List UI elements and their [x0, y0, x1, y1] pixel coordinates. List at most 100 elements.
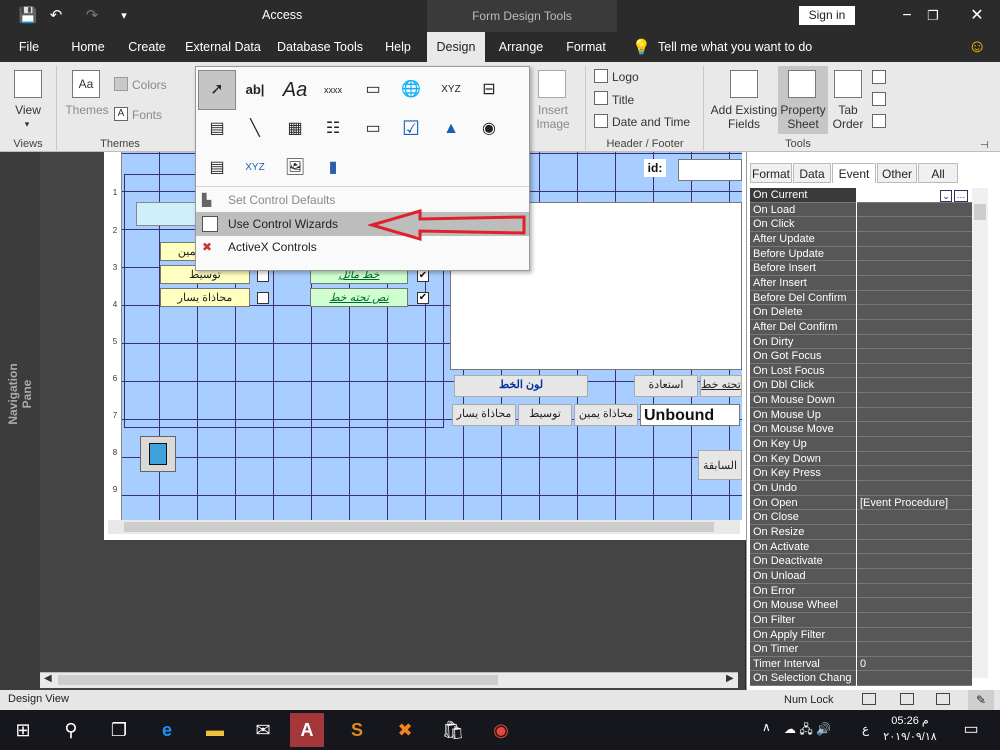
tab-format[interactable]: Format: [560, 32, 612, 62]
property-row[interactable]: After Del Confirm: [750, 319, 972, 335]
property-row[interactable]: On Delete: [750, 305, 972, 320]
customize-qat-icon[interactable]: ▾: [114, 6, 134, 26]
page-break-icon[interactable]: ▦: [278, 112, 312, 146]
select-pointer-icon[interactable]: ➚: [200, 73, 234, 107]
property-value[interactable]: [Event Procedure]: [857, 495, 972, 511]
property-row[interactable]: On Unload: [750, 568, 972, 584]
tab-order-button[interactable]: Tab Order: [830, 103, 866, 131]
tab-external-data[interactable]: External Data: [184, 32, 262, 62]
property-row[interactable]: On Dbl Click: [750, 378, 972, 394]
form-view-icon[interactable]: [862, 693, 876, 705]
list-box-icon[interactable]: ▤: [200, 151, 234, 185]
property-row[interactable]: On Close: [750, 510, 972, 525]
pin-ribbon-icon[interactable]: ⊣: [980, 140, 989, 151]
checkbox-checked[interactable]: ✔: [417, 292, 429, 304]
checkbox[interactable]: [257, 292, 269, 304]
themes-button[interactable]: Themes: [64, 103, 110, 117]
property-row[interactable]: On Load: [750, 202, 972, 218]
property-row[interactable]: On Click: [750, 217, 972, 232]
combo-box-icon[interactable]: ☷: [316, 112, 350, 146]
chrome-icon[interactable]: ◉: [484, 713, 518, 747]
property-row[interactable]: Before Del Confirm: [750, 290, 972, 306]
sign-in-button[interactable]: Sign in: [799, 6, 855, 25]
property-row[interactable]: On Undo: [750, 481, 972, 496]
restore-button[interactable]: استعادة: [634, 375, 698, 397]
tab-design[interactable]: Design: [427, 32, 485, 62]
property-value[interactable]: [857, 612, 972, 628]
action-center-icon[interactable]: ▭: [954, 713, 988, 747]
tab-file[interactable]: File: [10, 32, 48, 62]
property-row[interactable]: On Lost Focus: [750, 363, 972, 379]
property-value[interactable]: [857, 305, 972, 320]
insert-image-button[interactable]: Insert Image: [530, 103, 576, 131]
property-value[interactable]: [857, 671, 972, 687]
tab-arrange[interactable]: Arrange: [493, 32, 549, 62]
mail-icon[interactable]: ✉: [246, 713, 280, 747]
label-control-icon[interactable]: Aa: [278, 73, 312, 107]
align-right-format-button[interactable]: محاذاة يمين: [574, 404, 638, 426]
property-row[interactable]: On Error: [750, 583, 972, 599]
font-color-button[interactable]: لون الخط: [454, 375, 588, 397]
checkbox[interactable]: [257, 270, 269, 282]
title-button[interactable]: Title: [612, 93, 634, 107]
property-value[interactable]: [857, 334, 972, 350]
design-view-toggle-icon[interactable]: ✎: [968, 690, 994, 710]
property-scroll-thumb[interactable]: [974, 204, 986, 220]
design-view-icon[interactable]: [936, 693, 950, 705]
tab-home[interactable]: Home: [64, 32, 112, 62]
property-row[interactable]: On Got Focus: [750, 349, 972, 364]
xampp-icon[interactable]: ✖: [388, 713, 422, 747]
property-row[interactable]: On Mouse Wheel: [750, 598, 972, 613]
unbound-textbox[interactable]: Unbound: [640, 404, 740, 426]
property-value[interactable]: [857, 378, 972, 394]
add-existing-fields-button[interactable]: Add Existing Fields: [708, 103, 780, 131]
form-scroll-thumb[interactable]: [124, 522, 714, 532]
unbound-object-frame-icon[interactable]: XYZ: [238, 151, 272, 185]
task-view-icon[interactable]: ❐: [102, 713, 136, 747]
property-row[interactable]: On Selection Chang: [750, 671, 972, 687]
dropdown-arrow-icon[interactable]: ⌄: [940, 190, 952, 202]
tab-control-icon[interactable]: ▭: [356, 73, 390, 107]
property-value[interactable]: [857, 583, 972, 599]
property-row[interactable]: After Update: [750, 231, 972, 247]
image-control-icon[interactable]: ▲: [434, 112, 468, 146]
property-row[interactable]: On Mouse Up: [750, 407, 972, 423]
property-value[interactable]: [857, 539, 972, 555]
property-value[interactable]: [857, 554, 972, 569]
property-row[interactable]: After Insert: [750, 275, 972, 291]
tab-help[interactable]: Help: [380, 32, 416, 62]
ps-tab-event[interactable]: Event: [832, 163, 876, 183]
scroll-left-icon[interactable]: ◀: [44, 673, 52, 684]
property-value[interactable]: [857, 437, 972, 452]
property-value[interactable]: [857, 510, 972, 525]
logo-button[interactable]: Logo: [612, 70, 639, 84]
property-value[interactable]: [857, 217, 972, 232]
restore-button[interactable]: ❐: [910, 0, 956, 32]
subform-icon[interactable]: [872, 114, 886, 128]
button-control-icon[interactable]: xxxx: [316, 73, 350, 107]
property-row[interactable]: On Key Press: [750, 466, 972, 482]
property-value[interactable]: [857, 393, 972, 408]
property-sheet-button[interactable]: Property Sheet: [778, 103, 828, 131]
property-value[interactable]: [857, 261, 972, 276]
sublime-icon[interactable]: S: [340, 713, 374, 747]
underline-format-button[interactable]: تحته خط: [700, 375, 742, 397]
property-row[interactable]: On Key Up: [750, 437, 972, 452]
center-format-button[interactable]: توسيط: [518, 404, 572, 426]
property-row[interactable]: On Mouse Down: [750, 393, 972, 408]
search-icon[interactable]: ⚲: [54, 713, 88, 747]
builder-ellipsis-icon[interactable]: …: [954, 190, 968, 202]
layout-view-icon[interactable]: [900, 693, 914, 705]
property-value[interactable]: [857, 627, 972, 643]
rectangle-control-icon[interactable]: ▭: [356, 112, 390, 146]
redo-icon[interactable]: ↷: [82, 6, 102, 26]
attachment-icon[interactable]: 🖼: [278, 151, 312, 185]
property-value[interactable]: [857, 642, 972, 657]
property-value[interactable]: [857, 363, 972, 379]
feedback-smiley-icon[interactable]: ☺: [968, 36, 986, 57]
view-dropdown-icon[interactable]: ▾: [12, 117, 42, 131]
code-icon[interactable]: [872, 70, 886, 84]
undo-icon[interactable]: ↶: [46, 6, 66, 26]
property-row[interactable]: Before Update: [750, 246, 972, 262]
notebook-image-button[interactable]: [140, 436, 176, 472]
